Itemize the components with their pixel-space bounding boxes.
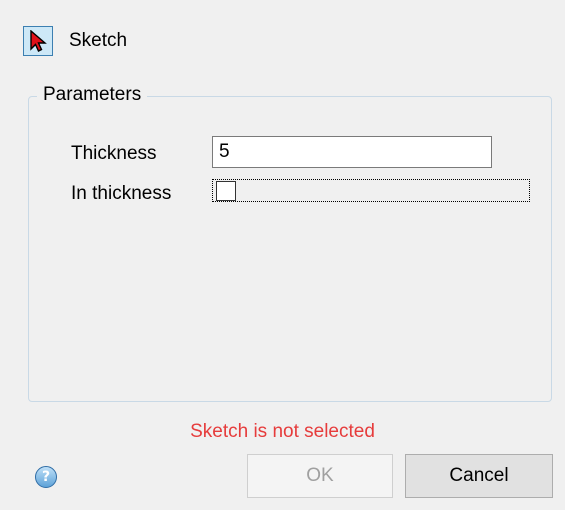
- error-message: Sketch is not selected: [190, 421, 375, 442]
- thickness-label: Thickness: [71, 143, 157, 164]
- thickness-input[interactable]: [212, 136, 492, 168]
- ok-button[interactable]: OK: [247, 454, 393, 498]
- parameters-group-title: Parameters: [37, 84, 148, 106]
- sketch-label: Sketch: [69, 30, 128, 51]
- help-icon[interactable]: ?: [35, 466, 57, 488]
- cancel-button[interactable]: Cancel: [405, 454, 553, 498]
- cursor-arrow-icon: [30, 30, 47, 52]
- in-thickness-checkbox-focus[interactable]: [212, 179, 530, 202]
- sketch-selector-row: Sketch: [23, 26, 127, 56]
- sketch-select-button[interactable]: [23, 26, 53, 56]
- in-thickness-checkbox[interactable]: [216, 181, 236, 201]
- in-thickness-label: In thickness: [71, 183, 172, 204]
